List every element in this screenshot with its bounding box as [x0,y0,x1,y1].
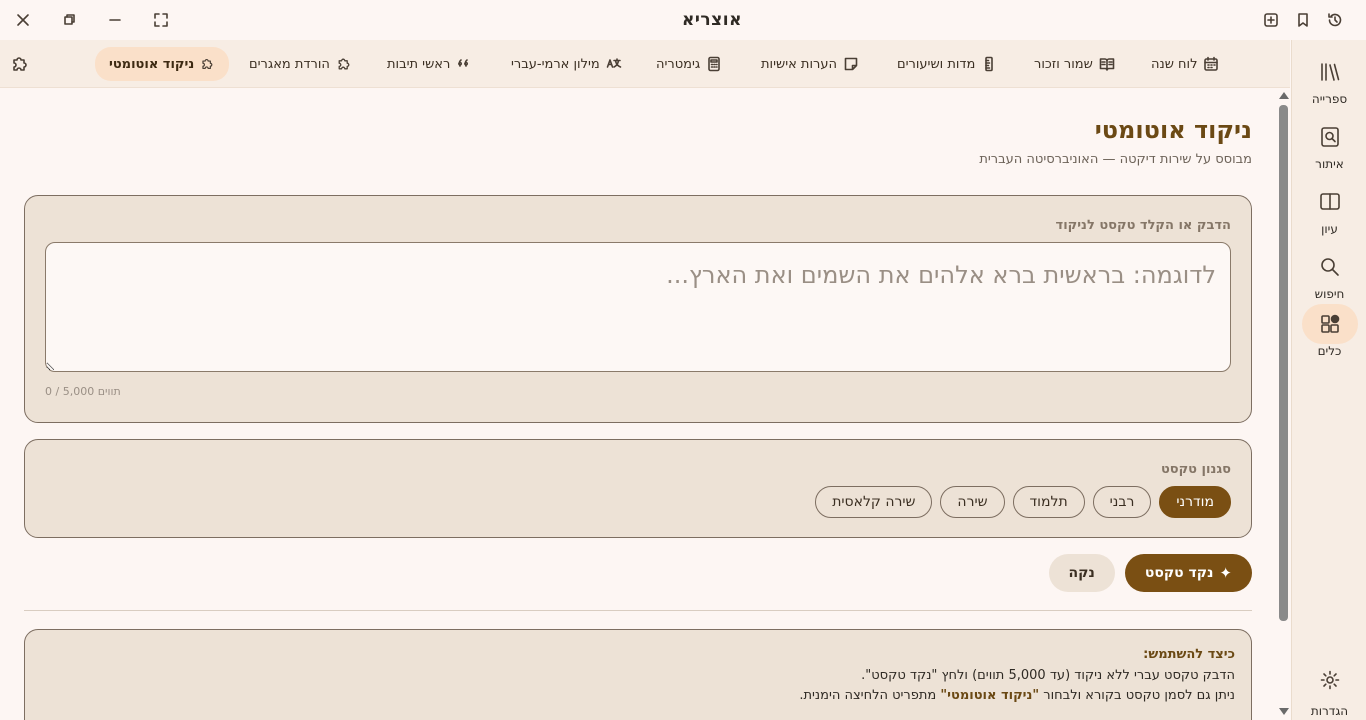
translate-icon [606,58,622,68]
style-chip-poetry[interactable]: שירה [940,486,1005,518]
style-chip-group: מודרני רבני תלמוד שירה שירה קלאסית [815,486,1231,518]
input-label: הדבק או הקלד טקסט לניקוד [1055,218,1231,233]
nav-item-label: לוח שנה [1151,56,1198,72]
gear-icon [1320,670,1339,690]
puzzle-icon [202,59,213,70]
nav-item-auto-nikud[interactable]: ניקוד אוטומטי [95,47,229,81]
ruler-icon [985,56,994,72]
sidebar-item-find[interactable]: איתור [1292,117,1366,177]
sidebar-item-library[interactable]: ספרייה [1292,52,1366,112]
puzzle-icon [13,57,27,71]
nav-item-aramaic-dictionary[interactable]: מילון ארמי-עברי [497,48,636,80]
nikud-text-input[interactable] [45,242,1231,372]
new-tab-button[interactable] [1260,10,1282,30]
sidebar-item-settings[interactable]: הגדרות [1292,668,1366,720]
sidebar-item-label: עיון [1321,222,1338,236]
page-title: ניקוד אוטומטי [1094,116,1252,144]
nav-item-label: מילון ארמי-עברי [511,56,600,72]
main-content: ניקוד אוטומטי מבוסס על שירות דיקטה — האו… [0,88,1278,720]
sidebar-icon-wrap [1302,52,1358,92]
style-label: סגנון טקסט [1160,462,1231,477]
main-scrollbar[interactable] [1278,88,1290,720]
nav-item-abbreviations[interactable]: ראשי תיבות [373,48,486,80]
calendar-icon [1204,56,1219,71]
scroll-down-arrow-icon[interactable] [1279,708,1289,715]
book-open-icon [1099,58,1115,71]
history-button[interactable] [1324,10,1346,30]
sidebar-item-label: חיפוש [1314,287,1345,301]
tools-nav-bar: לוח שנה שמור וזכור מדות ושיעורים הערות א… [0,40,1290,88]
bookmark-icon [1298,13,1308,27]
sidebar-item-label: הגדרות [1310,704,1349,718]
help-line-2: ניתן גם לסמן טקסט בקורא ולבחור "ניקוד או… [799,688,1235,703]
style-chip-classic-poetry[interactable]: שירה קלאסית [815,486,933,518]
nav-item-label: שמור וזכור [1034,56,1093,72]
sidebar-icon-wrap [1302,182,1358,222]
help-line-2-pre: ניתן גם לסמן טקסט בקורא ולבחור [1039,688,1235,703]
nakked-button-label: נקד טקסט [1144,565,1214,581]
page-subtitle: מבוסס על שירות דיקטה — האוניברסיטה העברי… [979,152,1252,167]
find-book-icon [1320,127,1339,147]
history-icon [1328,13,1342,27]
style-chip-rabbinic[interactable]: רבני [1092,486,1152,518]
nav-item-personal-notes[interactable]: הערות אישיות [747,48,873,80]
bookmarks-button[interactable] [1292,10,1314,30]
divider [24,610,1252,611]
help-card: כיצד להשתמש: הדבק טקסט עברי ללא ניקוד (ע… [24,629,1252,720]
help-title: כיצד להשתמש: [1143,647,1235,662]
sidebar-item-reading[interactable]: עיון [1292,182,1366,242]
nav-item-gematria[interactable]: גימטריה [642,48,736,80]
nav-item-label: ניקוד אוטומטי [109,56,195,72]
nav-item-calendar[interactable]: לוח שנה [1137,48,1233,80]
calculator-icon [708,56,721,72]
clear-button[interactable]: נקה [1048,554,1115,592]
sidebar-icon-wrap [1302,117,1358,157]
help-line-2-post: מתפריט הלחיצה הימנית. [799,688,941,703]
sidebar-item-search[interactable]: חיפוש [1292,247,1366,307]
scroll-up-arrow-icon[interactable] [1279,92,1289,99]
style-chip-talmud[interactable]: תלמוד [1012,486,1085,518]
sidebar-item-label: איתור [1315,157,1344,171]
quote-icon [458,59,469,67]
nav-item-shamor-vezachor[interactable]: שמור וזכור [1020,48,1129,80]
nav-item-label: ראשי תיבות [387,56,451,72]
sidebar: ספרייה איתור עיון חיפוש כלים הגדרות [1291,40,1366,720]
search-icon [1320,258,1339,276]
sidebar-icon-wrap [1301,304,1358,344]
tools-icon [1320,314,1339,333]
reading-icon [1319,193,1340,210]
sidebar-item-label: ספרייה [1311,92,1348,106]
puzzle-icon [338,58,350,70]
action-row: ✦ נקד טקסט נקה [1048,554,1252,592]
nav-extensions-button[interactable] [9,53,31,75]
nav-item-label: גימטריה [656,56,701,72]
style-card: סגנון טקסט מודרני רבני תלמוד שירה שירה ק… [24,439,1252,538]
nav-item-label: הורדת מאגרים [249,56,330,72]
style-chip-modern[interactable]: מודרני [1159,486,1231,518]
nav-item-measures[interactable]: מדות ושיעורים [883,48,1011,80]
nakked-text-button[interactable]: ✦ נקד טקסט [1124,554,1252,592]
help-line-2-bold: "ניקוד אוטומטי" [940,688,1040,703]
title-bar: אוצריא [0,0,1366,40]
library-icon [1320,63,1339,81]
app-title: אוצריא [682,10,742,30]
nav-item-label: הערות אישיות [761,56,837,72]
sidebar-icon-wrap [1302,668,1358,692]
add-tab-icon [1264,13,1278,27]
sidebar-item-label: כלים [1317,344,1342,358]
help-line-1: הדבק טקסט עברי ללא ניקוד (עד 5,000 תווים… [861,668,1235,683]
nav-item-label: מדות ושיעורים [897,56,976,72]
nav-item-download-databases[interactable]: הורדת מאגרים [235,48,366,80]
sidebar-icon-wrap [1302,247,1358,287]
note-icon [844,57,858,71]
sidebar-item-tools[interactable]: כלים [1292,304,1366,364]
input-card: הדבק או הקלד טקסט לניקוד 0 / 5,000 תווים [24,195,1252,423]
character-counter: 0 / 5,000 תווים [45,385,121,398]
scroll-thumb[interactable] [1279,105,1288,621]
sparkle-icon: ✦ [1219,564,1232,582]
